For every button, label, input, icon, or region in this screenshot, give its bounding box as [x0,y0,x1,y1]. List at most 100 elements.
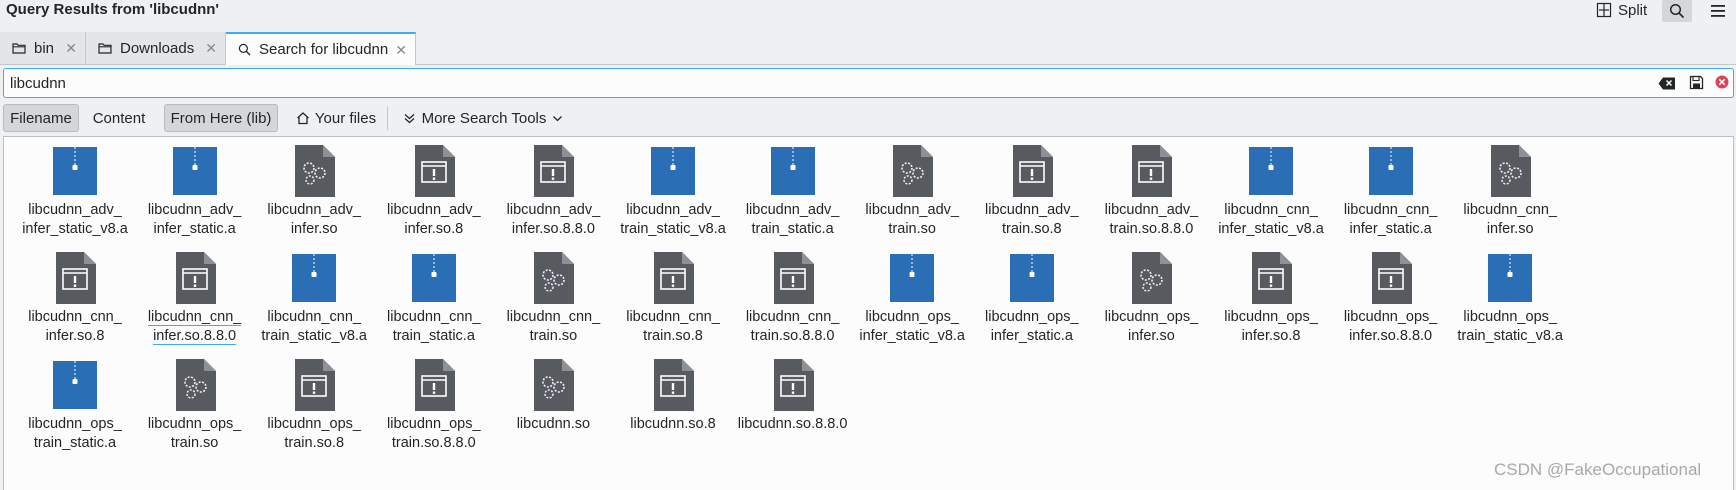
file-name-text: libcudnn_adv_ infer_static_v8.a [22,202,128,237]
file-name-text: libcudnn_ops_ infer.so.8.8.0 [1343,309,1438,344]
shared-library-icon [289,143,339,199]
title-bar: Query Results from 'libcudnn' Split [0,0,1736,22]
your-files-button[interactable]: Your files [288,104,384,132]
more-search-tools-label: More Search Tools [421,109,547,127]
file-name-text: libcudnn_adv_ infer.so [267,202,361,237]
file-item[interactable]: libcudnn_adv_ train.so [847,143,977,243]
file-name: libcudnn_cnn_ train.so.8.8.0 [728,308,858,346]
file-item[interactable]: libcudnn.so [488,357,618,457]
file-item[interactable]: libcudnn_ops_ train_static.a [10,357,140,457]
file-name: libcudnn_ops_ train_static_v8.a [1445,308,1575,346]
split-view-icon [1596,2,1612,18]
file-item[interactable]: libcudnn_adv_ infer.so.8.8.0 [488,143,618,243]
shared-library-icon [528,250,578,306]
file-item[interactable]: libcudnn_adv_ infer_static_v8.a [10,143,140,243]
file-name-text: libcudnn_ops_ infer.so [1104,309,1199,344]
file-item[interactable]: libcudnn_cnn_ train.so.8.8.0 [728,250,858,350]
file-item[interactable]: libcudnn_adv_ train_static_v8.a [608,143,738,243]
file-name-text: libcudnn_cnn_ train.so.8 [626,309,720,344]
window-title: Query Results from 'libcudnn' [6,1,219,18]
file-item[interactable]: libcudnn_adv_ infer_static.a [130,143,260,243]
file-item[interactable]: libcudnn_adv_ train_static.a [728,143,858,243]
file-item[interactable]: libcudnn_cnn_ train_static.a [369,250,499,350]
file-name: libcudnn_cnn_ infer_static.a [1326,201,1456,239]
archive-file-icon [50,143,100,199]
file-item[interactable]: libcudnn_ops_ infer.so.8 [1206,250,1336,350]
save-search-icon[interactable] [1689,75,1704,94]
file-item[interactable]: libcudnn_cnn_ train.so [488,250,618,350]
results-view[interactable]: libcudnn_adv_ infer_static_v8.a libcudnn… [3,136,1734,490]
executable-file-icon [528,143,578,199]
file-name-text: libcudnn_adv_ infer.so.8 [387,202,481,237]
file-name: libcudnn.so.8 [608,415,738,434]
file-item[interactable]: libcudnn.so.8 [608,357,738,457]
home-icon [296,112,309,125]
file-item[interactable]: libcudnn_cnn_ infer.so [1445,143,1575,243]
file-name-text: libcudnn_adv_ train.so [865,202,959,237]
file-item[interactable]: libcudnn_ops_ infer_static_v8.a [847,250,977,350]
file-item[interactable]: libcudnn_ops_ train.so.8 [249,357,379,457]
file-name-text: libcudnn_cnn_ infer.so.8.8.0 [147,309,242,345]
archive-file-icon [409,250,459,306]
toolbar-divider [387,106,388,130]
hamburger-menu-icon [1711,5,1725,17]
executable-file-icon [409,143,459,199]
tab-label: bin [34,39,55,57]
executable-file-icon [1366,250,1416,306]
file-name: libcudnn_cnn_ infer.so [1445,201,1575,239]
file-name: libcudnn_cnn_ infer.so.8.8.0 [130,308,260,346]
file-name-text: libcudnn_ops_ train.so [147,416,242,451]
close-tab-icon[interactable]: ✕ [65,40,77,57]
file-item[interactable]: libcudnn_cnn_ train.so.8 [608,250,738,350]
tab-search-results[interactable]: Search for libcudnn ✕ [226,32,416,65]
file-name-text: libcudnn_ops_ train.so.8.8.0 [387,416,481,451]
hamburger-menu-button[interactable] [1704,0,1732,22]
shared-library-icon [528,357,578,413]
tab-downloads[interactable]: Downloads ✕ [86,32,226,64]
close-tab-icon[interactable]: ✕ [395,42,407,59]
search-field [3,68,1734,98]
file-item[interactable]: libcudnn_adv_ train.so.8 [967,143,1097,243]
executable-file-icon [289,357,339,413]
search-toggle-button[interactable] [1662,0,1692,22]
file-item[interactable]: libcudnn_ops_ train.so.8.8.0 [369,357,499,457]
file-item[interactable]: libcudnn.so.8.8.0 [728,357,858,457]
file-name: libcudnn.so [488,415,618,434]
file-name: libcudnn_adv_ train.so [847,201,977,239]
shared-library-icon [1485,143,1535,199]
file-item[interactable]: libcudnn_ops_ infer.so.8.8.0 [1326,250,1456,350]
file-name-text: libcudnn.so [516,416,591,432]
file-item[interactable]: libcudnn_ops_ train_static_v8.a [1445,250,1575,350]
clear-text-icon[interactable] [1658,77,1676,94]
from-here-button[interactable]: From Here (lib) [164,104,278,132]
file-name-text: libcudnn_ops_ infer_static_v8.a [859,309,965,344]
file-item[interactable]: libcudnn_cnn_ infer_static_v8.a [1206,143,1336,243]
file-item[interactable]: libcudnn_cnn_ infer.so.8.8.0 [130,250,260,350]
archive-file-icon [648,143,698,199]
file-item[interactable]: libcudnn_adv_ infer.so [249,143,379,243]
archive-file-icon [1366,143,1416,199]
file-name-text: libcudnn_cnn_ train.so [506,309,601,344]
close-tab-icon[interactable]: ✕ [205,40,217,57]
file-item[interactable]: libcudnn_cnn_ infer_static.a [1326,143,1456,243]
content-filter-button[interactable]: Content [84,104,154,132]
file-name: libcudnn_adv_ train.so.8.8.0 [1086,201,1216,239]
file-item[interactable]: libcudnn_cnn_ train_static_v8.a [249,250,379,350]
shared-library-icon [1126,250,1176,306]
search-input[interactable] [10,72,1650,94]
file-item[interactable]: libcudnn_ops_ train.so [130,357,260,457]
tab-bin[interactable]: bin ✕ [0,32,86,64]
file-item[interactable]: libcudnn_cnn_ infer.so.8 [10,250,140,350]
split-button[interactable]: Split [1596,0,1647,20]
file-item[interactable]: libcudnn_ops_ infer_static.a [967,250,1097,350]
file-item[interactable]: libcudnn_adv_ train.so.8.8.0 [1086,143,1216,243]
filename-filter-button[interactable]: Filename [3,104,79,132]
file-name-text: libcudnn_adv_ infer_static.a [147,202,242,237]
file-name: libcudnn_adv_ train.so.8 [967,201,1097,239]
close-search-icon[interactable] [1714,74,1730,94]
file-item[interactable]: libcudnn_ops_ infer.so [1086,250,1216,350]
file-item[interactable]: libcudnn_adv_ infer.so.8 [369,143,499,243]
more-search-tools-button[interactable]: More Search Tools [398,104,568,132]
file-name-text: libcudnn_adv_ train.so.8 [985,202,1079,237]
file-name: libcudnn_cnn_ train.so.8 [608,308,738,346]
